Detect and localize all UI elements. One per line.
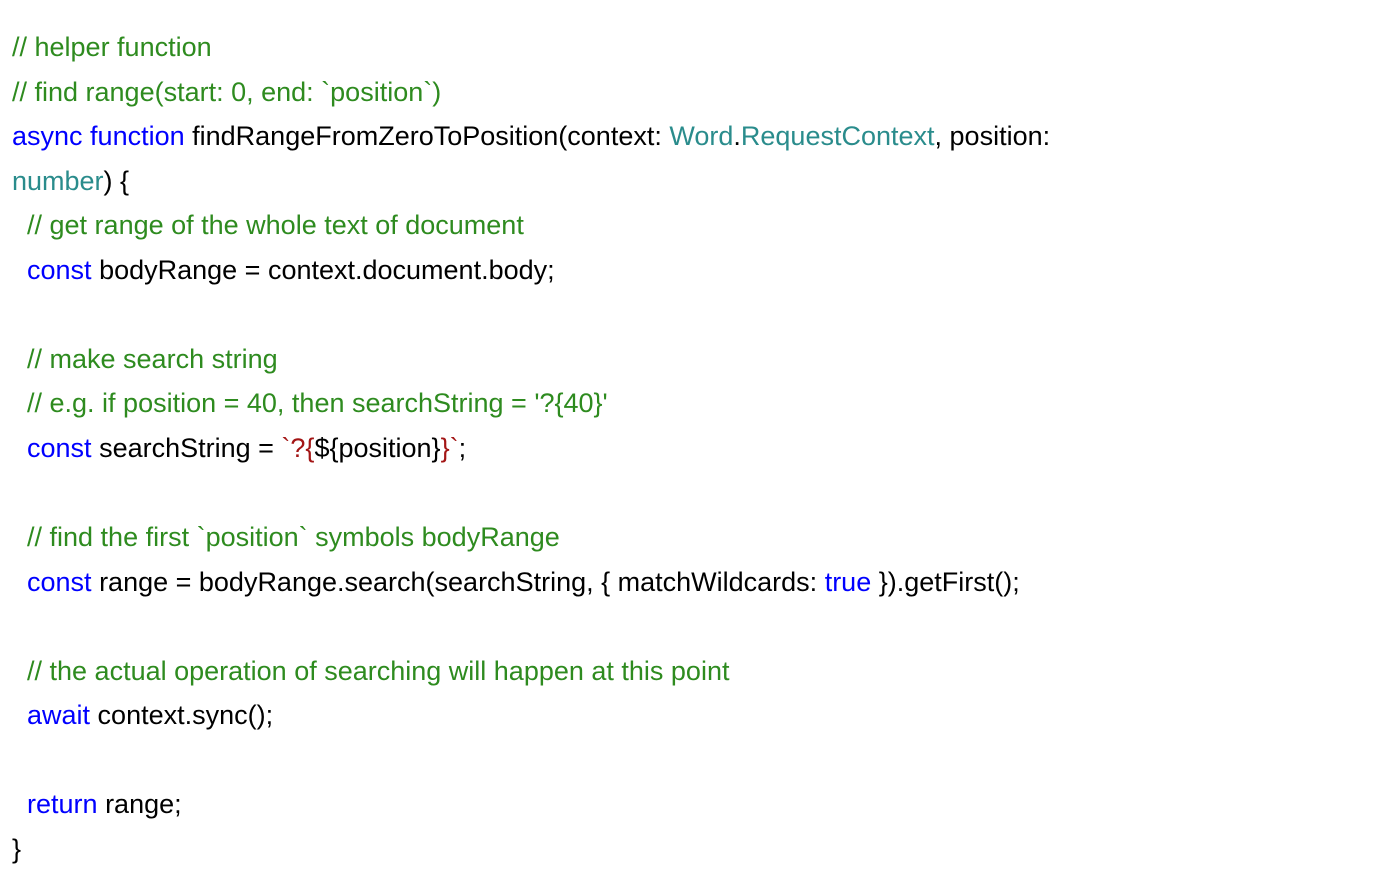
code-text: ) { xyxy=(104,166,130,196)
comment-text: // e.g. if position = 40, then searchStr… xyxy=(27,388,608,418)
indent xyxy=(12,210,27,240)
comment-text: // get range of the whole text of docume… xyxy=(27,210,524,240)
code-line-10: const searchString = `?{${position}}`; xyxy=(12,433,466,463)
comment-text: // the actual operation of searching wil… xyxy=(27,656,729,686)
code-line-16: await context.sync(); xyxy=(12,700,273,730)
code-text: context.sync(); xyxy=(90,700,273,730)
code-line-12: // find the first `position` symbols bod… xyxy=(12,522,560,552)
closing-brace: } xyxy=(12,834,21,864)
code-line-2: // find range(start: 0, end: `position`) xyxy=(12,77,441,107)
dot: . xyxy=(733,121,741,151)
type-number: number xyxy=(12,166,104,196)
code-line-4: number) { xyxy=(12,166,129,196)
code-line-5: // get range of the whole text of docume… xyxy=(12,210,524,240)
keyword-const: const xyxy=(27,567,92,597)
comment-text: // helper function xyxy=(12,32,212,62)
indent xyxy=(12,344,27,374)
comment-text: // make search string xyxy=(27,344,278,374)
code-line-9: // e.g. if position = 40, then searchStr… xyxy=(12,388,608,418)
keyword-async: async xyxy=(12,121,90,151)
code-text: range = bodyRange.search(searchString, {… xyxy=(92,567,825,597)
indent xyxy=(12,255,27,285)
semicolon: ; xyxy=(459,433,467,463)
type-word: Word xyxy=(669,121,733,151)
type-requestcontext: RequestContext xyxy=(741,121,935,151)
code-text: range; xyxy=(98,789,182,819)
comment-text: // find range(start: 0, end: `position`) xyxy=(12,77,441,107)
code-line-8: // make search string xyxy=(12,344,278,374)
indent xyxy=(12,656,27,686)
indent xyxy=(12,567,27,597)
code-line-3: async function findRangeFromZeroToPositi… xyxy=(12,121,1058,151)
indent xyxy=(12,388,27,418)
param-text: , position: xyxy=(935,121,1058,151)
keyword-const: const xyxy=(27,433,92,463)
indent xyxy=(12,789,27,819)
keyword-true: true xyxy=(825,567,872,597)
code-line-1: // helper function xyxy=(12,32,212,62)
keyword-const: const xyxy=(27,255,92,285)
code-line-15: // the actual operation of searching wil… xyxy=(12,656,729,686)
string-literal: `?{ xyxy=(281,433,314,463)
code-text: }).getFirst(); xyxy=(871,567,1020,597)
indent xyxy=(12,700,27,730)
code-block: // helper function // find range(start: … xyxy=(12,25,1378,871)
code-line-19: } xyxy=(12,834,21,864)
string-literal: }` xyxy=(441,433,459,463)
function-name: findRangeFromZeroToPosition(context: xyxy=(185,121,670,151)
indent xyxy=(12,433,27,463)
code-line-6: const bodyRange = context.document.body; xyxy=(12,255,555,285)
comment-text: // find the first `position` symbols bod… xyxy=(27,522,560,552)
keyword-return: return xyxy=(27,789,98,819)
indent xyxy=(12,522,27,552)
code-line-13: const range = bodyRange.search(searchStr… xyxy=(12,567,1020,597)
code-line-18: return range; xyxy=(12,789,182,819)
keyword-await: await xyxy=(27,700,90,730)
code-text: bodyRange = context.document.body; xyxy=(92,255,555,285)
template-interpolation: ${position} xyxy=(314,433,440,463)
keyword-function: function xyxy=(90,121,185,151)
code-text: searchString = xyxy=(92,433,282,463)
